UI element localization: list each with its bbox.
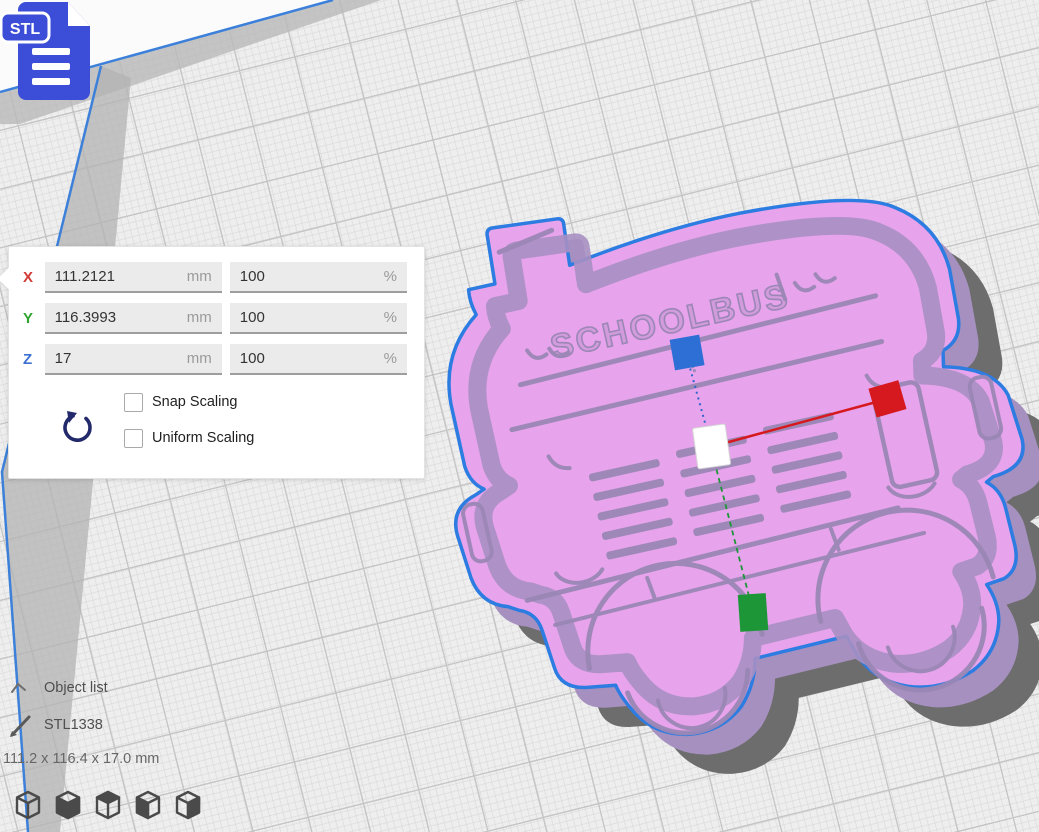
- snap-scaling-row: Snap Scaling: [124, 391, 415, 413]
- object-name-label: STL1338: [44, 717, 103, 733]
- uniform-scaling-row: Uniform Scaling: [124, 427, 415, 449]
- scale-tool-panel: X 111.2121 mm 100 % Y 116.3993 mm 100 % …: [8, 246, 425, 479]
- view-right-icon[interactable]: [177, 792, 199, 818]
- x-percent-input[interactable]: 100 %: [230, 262, 407, 293]
- view-preset-toolbar: [8, 787, 213, 825]
- scale-row-x: X 111.2121 mm 100 %: [23, 262, 415, 293]
- uniform-scaling-checkbox[interactable]: [124, 429, 143, 448]
- pencil-icon: [8, 711, 34, 739]
- stl-badge-label: STL: [10, 21, 40, 38]
- slicer-viewport: SCHOOLBUS STL X 111.2121: [0, 0, 1039, 832]
- scale-handle-center[interactable]: [692, 424, 730, 469]
- axis-x-label: X: [23, 269, 45, 286]
- reset-scale-button[interactable]: [61, 409, 97, 445]
- scale-handle-green[interactable]: [738, 593, 769, 632]
- snap-scaling-label: Snap Scaling: [152, 394, 237, 410]
- document-lines: [32, 48, 70, 85]
- scale-handle-blue[interactable]: [670, 335, 705, 371]
- document-fold: [68, 2, 90, 26]
- stl-file-icon: STL: [0, 0, 100, 104]
- y-percent-input[interactable]: 100 %: [230, 303, 407, 334]
- view-front-icon[interactable]: [57, 792, 79, 818]
- x-size-input[interactable]: 111.2121 mm: [45, 262, 222, 293]
- view-left-icon[interactable]: [137, 792, 159, 818]
- snap-scaling-checkbox[interactable]: [124, 393, 143, 412]
- object-list-toggle[interactable]: Object list: [10, 680, 108, 696]
- scale-row-y: Y 116.3993 mm 100 %: [23, 303, 415, 334]
- object-list-label: Object list: [44, 680, 108, 696]
- y-size-input[interactable]: 116.3993 mm: [45, 303, 222, 334]
- axis-y-label: Y: [23, 310, 45, 327]
- chevron-up-icon: [10, 681, 28, 695]
- view-3d-icon[interactable]: [17, 792, 39, 818]
- z-percent-input[interactable]: 100 %: [230, 344, 407, 375]
- model-dimensions-label: 111.2 x 116.4 x 17.0 mm: [3, 751, 159, 767]
- axis-z-label: Z: [23, 351, 45, 368]
- selected-object-row[interactable]: STL1338: [8, 711, 103, 739]
- uniform-scaling-label: Uniform Scaling: [152, 430, 254, 446]
- z-size-input[interactable]: 17 mm: [45, 344, 222, 375]
- view-top-icon[interactable]: [97, 792, 119, 818]
- scale-row-z: Z 17 mm 100 %: [23, 344, 415, 375]
